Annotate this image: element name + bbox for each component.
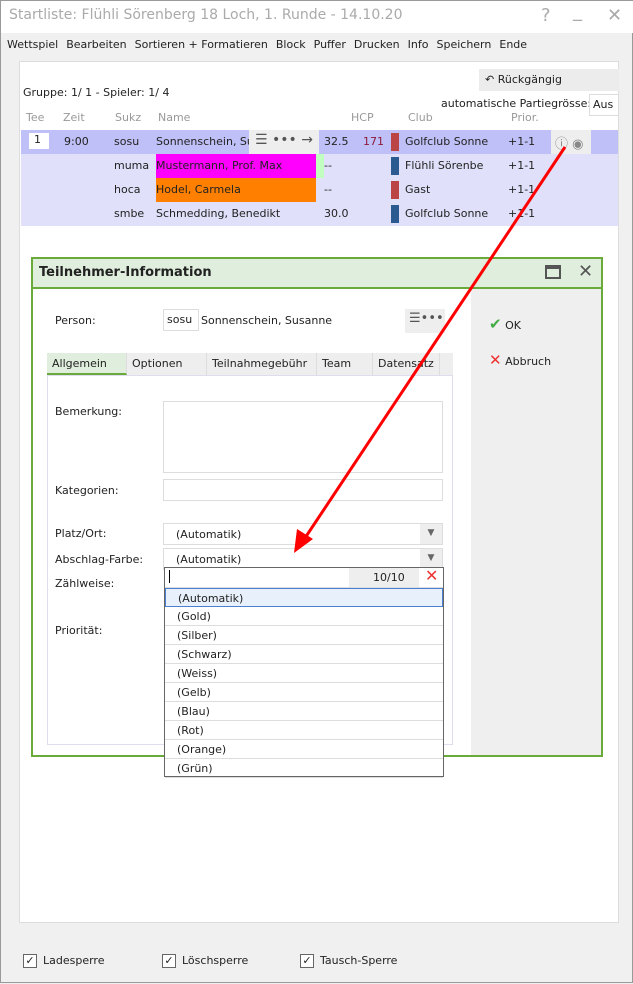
annotation-arrow xyxy=(294,146,567,553)
check-icon: ✓ xyxy=(300,954,314,968)
tauschsperre-checkbox[interactable]: ✓ Tausch-Sperre xyxy=(300,954,398,968)
loeschsperre-checkbox[interactable]: ✓ Löschsperre xyxy=(162,954,249,968)
ladesperre-checkbox[interactable]: ✓ Ladesperre xyxy=(23,954,105,968)
check-icon: ✓ xyxy=(162,954,176,968)
check-icon: ✓ xyxy=(23,954,37,968)
tauschsperre-label: Tausch-Sperre xyxy=(320,954,398,967)
loeschsperre-label: Löschsperre xyxy=(182,954,249,967)
ladesperre-label: Ladesperre xyxy=(43,954,105,967)
